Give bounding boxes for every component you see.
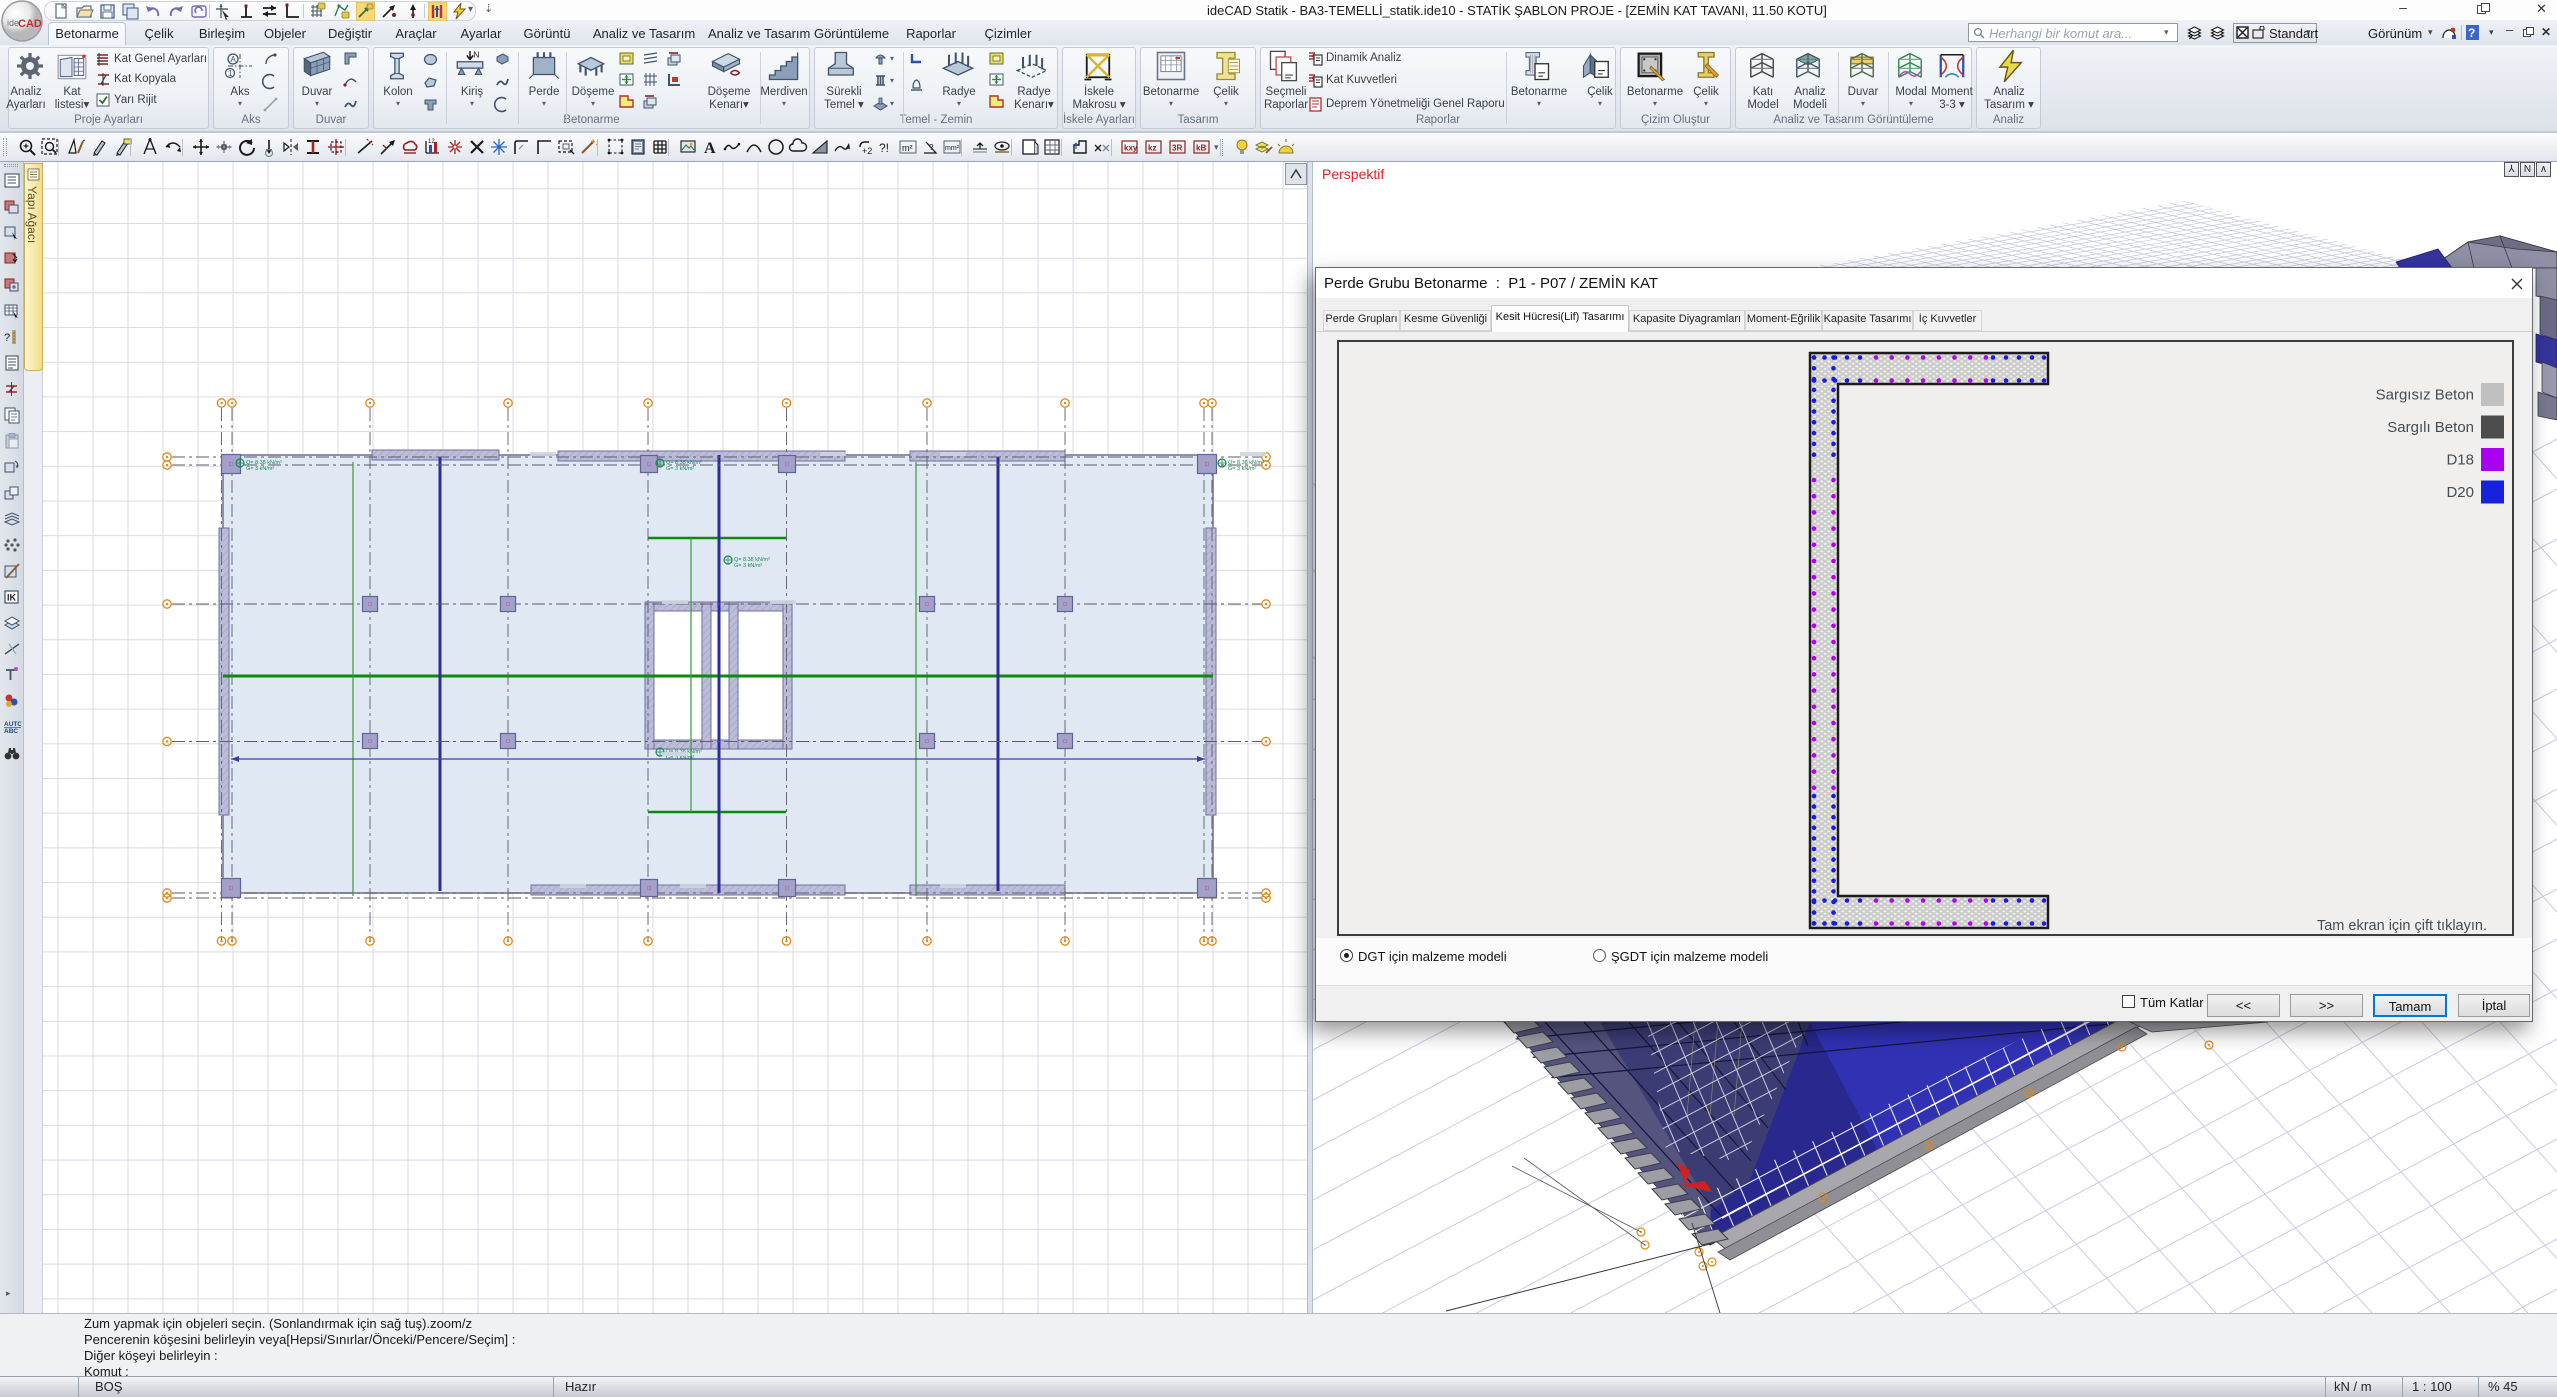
svg-text:D20: D20 — [2446, 484, 2474, 501]
svg-text:ABC: ABC — [4, 728, 18, 735]
svg-text:N: N — [473, 50, 479, 60]
svg-text:G= 3 kN/m²: G= 3 kN/m² — [734, 563, 762, 569]
svg-text:IK: IK — [7, 593, 17, 603]
svg-text:kB: kB — [1196, 144, 1206, 153]
svg-text:kxy: kxy — [1124, 144, 1138, 153]
svg-text:?: ? — [929, 143, 934, 152]
svg-text:3R: 3R — [1172, 144, 1182, 153]
svg-text:?!: ?! — [879, 141, 889, 155]
svg-text:D18: D18 — [2446, 452, 2474, 469]
svg-text:kz: kz — [1148, 144, 1156, 153]
svg-text:+2: +2 — [862, 146, 872, 156]
svg-text:G= 3 kN/m²: G= 3 kN/m² — [666, 466, 694, 472]
svg-text:mm²: mm² — [945, 145, 960, 152]
svg-text:G= 3 kN/m²: G= 3 kN/m² — [246, 466, 274, 472]
svg-text:CAD: CAD — [18, 18, 42, 30]
svg-text:Sargısız Beton: Sargısız Beton — [2376, 387, 2474, 404]
svg-text:12: 12 — [428, 139, 435, 145]
svg-text:G= 3 kN/m²: G= 3 kN/m² — [1228, 466, 1256, 472]
svg-text:m²: m² — [902, 143, 913, 153]
svg-text:AUTO: AUTO — [4, 721, 21, 728]
svg-text:A: A — [231, 55, 237, 64]
svg-text:Tam ekran için çift tıklayın.: Tam ekran için çift tıklayın. — [2317, 918, 2487, 934]
svg-text:?: ? — [4, 332, 10, 344]
svg-text:A: A — [704, 140, 716, 157]
svg-text:Sargılı Beton: Sargılı Beton — [2387, 419, 2474, 436]
svg-text:1: 1 — [228, 69, 233, 78]
